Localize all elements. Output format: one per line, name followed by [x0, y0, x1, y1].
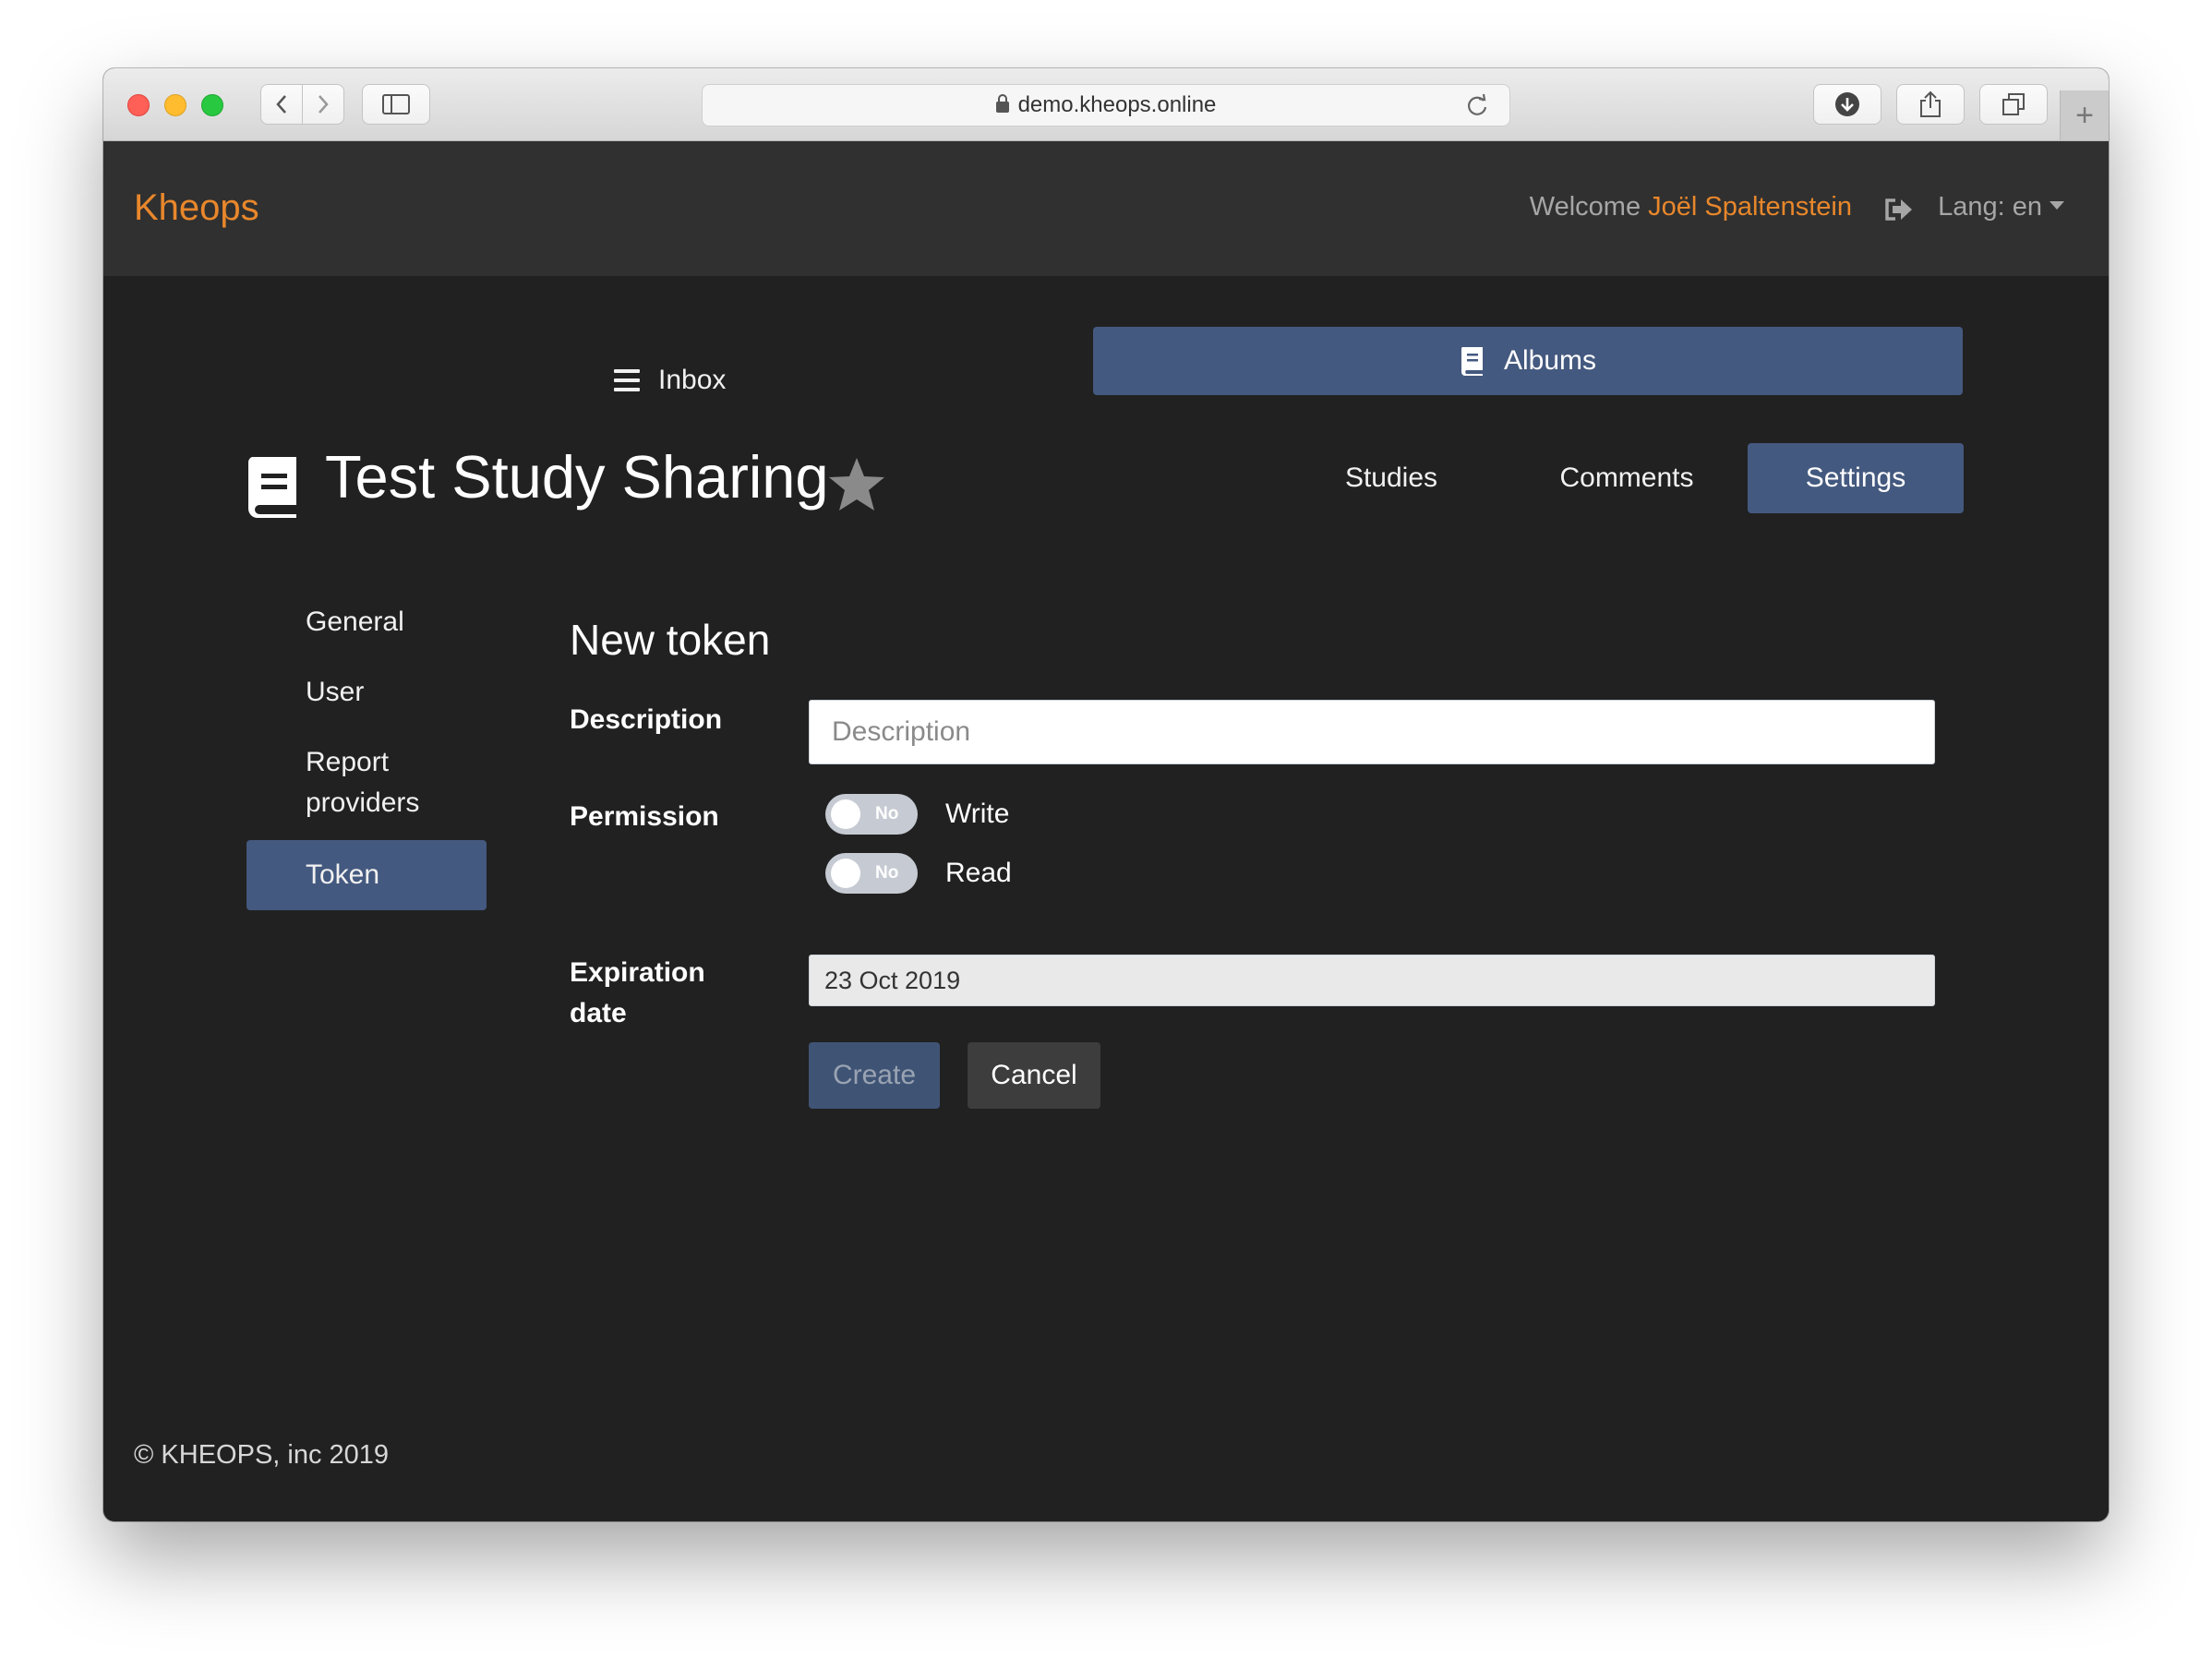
description-label: Description: [570, 704, 723, 735]
write-permission-toggle[interactable]: No: [825, 794, 918, 835]
settings-menu-user[interactable]: User: [246, 672, 487, 713]
read-permission-toggle[interactable]: No: [825, 853, 918, 894]
close-window-button[interactable]: [127, 94, 150, 116]
read-permission-row: No Read: [825, 853, 1012, 894]
browser-window: demo.kheops.online + Kheops Welcome Joël…: [103, 68, 2109, 1521]
chevron-left-icon: [276, 95, 286, 114]
new-tab-button[interactable]: +: [2060, 90, 2109, 140]
inbox-label: Inbox: [658, 365, 727, 395]
write-permission-label: Write: [945, 799, 1010, 829]
share-button[interactable]: [1896, 84, 1965, 125]
albums-nav-button[interactable]: Albums: [1093, 327, 1963, 395]
toggle-knob: [831, 859, 860, 888]
tabs-overview-button[interactable]: [1979, 84, 2048, 125]
zoom-window-button[interactable]: [201, 94, 223, 116]
toggle-state-label: No: [875, 863, 899, 883]
read-permission-label: Read: [945, 858, 1012, 888]
minimize-window-button[interactable]: [164, 94, 186, 116]
cancel-button[interactable]: Cancel: [968, 1042, 1100, 1109]
share-icon: [1920, 90, 1941, 117]
address-bar[interactable]: demo.kheops.online: [702, 84, 1510, 126]
chevron-right-icon: [319, 95, 329, 114]
back-button[interactable]: [260, 84, 303, 125]
download-icon: [1835, 92, 1859, 116]
tabs-icon: [2002, 93, 2025, 115]
expiration-date-input[interactable]: [809, 955, 1935, 1006]
caret-down-icon: [2050, 200, 2064, 210]
tab-settings[interactable]: Settings: [1748, 443, 1964, 513]
downloads-button[interactable]: [1813, 84, 1881, 125]
settings-menu-general[interactable]: General: [246, 602, 487, 643]
album-book-icon: [247, 457, 296, 518]
reload-icon[interactable]: [1465, 93, 1489, 117]
brand-logo[interactable]: Kheops: [134, 187, 259, 229]
albums-label: Albums: [1503, 345, 1597, 376]
settings-menu-report-providers[interactable]: Report providers: [246, 742, 496, 823]
create-button[interactable]: Create: [809, 1042, 940, 1109]
toggle-state-label: No: [875, 804, 899, 823]
form-title: New token: [570, 616, 771, 664]
browser-toolbar: demo.kheops.online +: [103, 68, 2109, 141]
logout-icon[interactable]: [1882, 195, 1914, 224]
description-input[interactable]: [809, 700, 1935, 764]
language-dropdown[interactable]: Lang: en: [1938, 192, 2064, 222]
permission-label: Permission: [570, 801, 719, 832]
welcome-text: Welcome Joël Spaltenstein: [1530, 192, 1852, 222]
expiration-date-label: Expiration date: [570, 957, 705, 1028]
footer-copyright: © KHEOPS, inc 2019: [134, 1440, 390, 1470]
hamburger-icon: [614, 369, 640, 391]
tab-studies[interactable]: Studies: [1322, 443, 1461, 513]
forward-button[interactable]: [302, 84, 344, 125]
sidebar-toggle-button[interactable]: [362, 84, 430, 125]
lock-icon: [995, 94, 1009, 113]
album-book-icon: [1461, 347, 1483, 376]
address-url: demo.kheops.online: [1017, 92, 1217, 117]
toggle-knob: [831, 799, 860, 829]
star-icon[interactable]: [827, 456, 886, 513]
sidebar-icon: [382, 94, 410, 114]
inbox-nav-button[interactable]: Inbox: [614, 346, 726, 414]
app-navbar: Kheops Welcome Joël Spaltenstein Lang: e…: [103, 141, 2109, 276]
write-permission-row: No Write: [825, 794, 1009, 835]
tab-comments[interactable]: Comments: [1536, 443, 1717, 513]
language-label: Lang: en: [1938, 192, 2042, 222]
album-title: Test Study Sharing: [325, 443, 829, 511]
user-name-link[interactable]: Joël Spaltenstein: [1648, 192, 1852, 222]
settings-menu-token[interactable]: Token: [246, 840, 487, 910]
welcome-prefix: Welcome: [1529, 192, 1649, 222]
